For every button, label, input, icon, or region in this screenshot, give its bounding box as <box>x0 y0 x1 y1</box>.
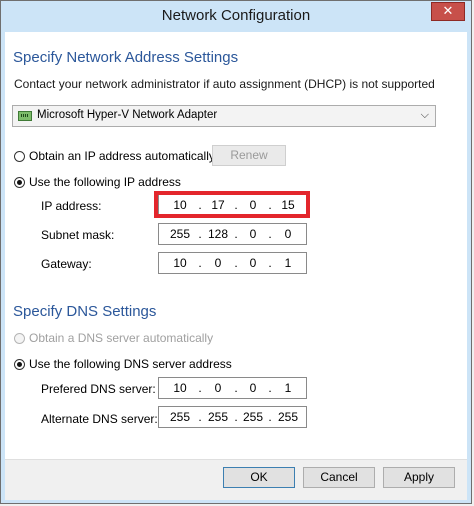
ip-manual-radio-circle[interactable] <box>14 176 25 188</box>
gateway-label: Gateway: <box>41 257 92 271</box>
address-section-title: Specify Network Address Settings <box>13 49 239 66</box>
dns-manual-radio-circle[interactable] <box>14 358 25 370</box>
octet-separator: . <box>268 381 272 395</box>
ip-manual-radio[interactable]: Use the following IP address <box>14 175 181 189</box>
gateway-octet-3: 0 <box>249 256 257 270</box>
chevron-down-icon: ⌵ <box>420 109 429 121</box>
preferred-dns-octet-3: 0 <box>249 381 257 395</box>
dhcp-info-text: Contact your network administrator if au… <box>14 77 435 91</box>
subnet-mask-input[interactable]: 255 . 128 . 0 . 0 <box>158 223 307 245</box>
dns-manual-radio[interactable]: Use the following DNS server address <box>14 357 232 371</box>
octet-separator: . <box>198 256 202 270</box>
dns-auto-label: Obtain a DNS server automatically <box>29 331 214 345</box>
network-adapter-select[interactable]: Microsoft Hyper-V Network Adapter ⌵ <box>12 105 436 127</box>
subnet-mask-label: Subnet mask: <box>41 228 115 242</box>
network-adapter-icon <box>18 111 32 121</box>
subnet-octet-4: 0 <box>284 227 292 241</box>
octet-separator: . <box>198 410 202 424</box>
octet-separator: . <box>268 256 272 270</box>
renew-button[interactable]: Renew <box>212 145 286 166</box>
octet-separator: . <box>234 227 238 241</box>
ip-auto-radio[interactable]: Obtain an IP address automatically <box>14 149 215 163</box>
octet-separator: . <box>234 410 238 424</box>
dialog-content <box>5 32 467 467</box>
preferred-dns-octet-2: 0 <box>214 381 222 395</box>
close-button[interactable]: ✕ <box>431 2 465 21</box>
cancel-button[interactable]: Cancel <box>303 467 375 488</box>
subnet-octet-2: 128 <box>207 227 229 241</box>
apply-button[interactable]: Apply <box>383 467 455 488</box>
octet-separator: . <box>198 381 202 395</box>
octet-separator: . <box>234 381 238 395</box>
ip-address-label: IP address: <box>41 199 102 213</box>
octet-separator: . <box>268 410 272 424</box>
ip-auto-label: Obtain an IP address automatically <box>29 149 215 163</box>
dns-manual-label: Use the following DNS server address <box>29 357 232 371</box>
gateway-input[interactable]: 10 . 0 . 0 . 1 <box>158 252 307 274</box>
title-bar[interactable]: Network Configuration ✕ <box>1 1 471 32</box>
gateway-octet-2: 0 <box>214 256 222 270</box>
preferred-dns-octet-4: 1 <box>284 381 292 395</box>
preferred-dns-label: Prefered DNS server: <box>41 382 156 396</box>
ip-auto-radio-circle[interactable] <box>14 150 25 162</box>
octet-separator: . <box>234 256 238 270</box>
octet-separator: . <box>198 227 202 241</box>
ip-manual-label: Use the following IP address <box>29 175 181 189</box>
alternate-dns-octet-2: 255 <box>207 410 229 424</box>
close-icon: ✕ <box>442 3 454 18</box>
alternate-dns-octet-1: 255 <box>169 410 191 424</box>
subnet-octet-3: 0 <box>249 227 257 241</box>
gateway-octet-1: 10 <box>173 256 187 270</box>
gateway-octet-4: 1 <box>284 256 292 270</box>
window-title: Network Configuration <box>161 7 311 24</box>
subnet-octet-1: 255 <box>169 227 191 241</box>
preferred-dns-octet-1: 10 <box>173 381 187 395</box>
dns-auto-radio[interactable]: Obtain a DNS server automatically <box>14 331 213 345</box>
network-adapter-selected: Microsoft Hyper-V Network Adapter <box>37 109 218 121</box>
preferred-dns-input[interactable]: 10 . 0 . 0 . 1 <box>158 377 307 399</box>
alternate-dns-label: Alternate DNS server: <box>41 412 158 426</box>
dns-section-title: Specify DNS Settings <box>13 303 157 320</box>
alternate-dns-octet-3: 255 <box>242 410 264 424</box>
dns-auto-radio-circle[interactable] <box>14 332 25 344</box>
ok-button[interactable]: OK <box>223 467 295 488</box>
alternate-dns-input[interactable]: 255 . 255 . 255 . 255 <box>158 406 307 428</box>
network-configuration-window: Network Configuration ✕ Specify Network … <box>0 0 472 504</box>
alternate-dns-octet-4: 255 <box>277 410 299 424</box>
octet-separator: . <box>268 227 272 241</box>
ip-address-highlight <box>154 191 310 218</box>
